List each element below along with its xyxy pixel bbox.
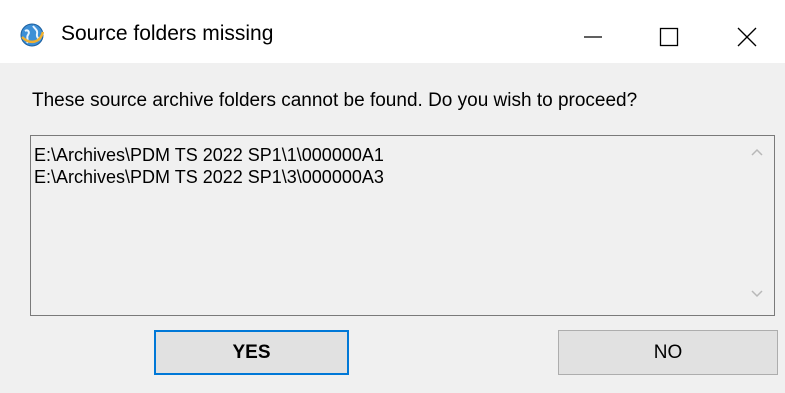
dialog-window: Source folders missing These source arch… <box>0 10 785 393</box>
globe-icon <box>20 23 45 47</box>
chevron-down-icon[interactable] <box>751 290 763 298</box>
title-bar: Source folders missing <box>0 10 785 63</box>
list-item[interactable]: E:\Archives\PDM TS 2022 SP1\1\000000A1 <box>34 144 384 166</box>
no-button[interactable]: NO <box>558 330 778 375</box>
list-item[interactable]: E:\Archives\PDM TS 2022 SP1\3\000000A3 <box>34 166 384 188</box>
yes-button[interactable]: YES <box>154 330 349 375</box>
maximize-button[interactable] <box>631 10 707 63</box>
minimize-icon <box>584 36 602 38</box>
dialog-message: These source archive folders cannot be f… <box>32 90 638 111</box>
minimize-button[interactable] <box>555 10 631 63</box>
dialog-title: Source folders missing <box>61 22 274 45</box>
vertical-scrollbar[interactable] <box>740 136 774 315</box>
close-icon <box>737 27 757 47</box>
close-button[interactable] <box>709 10 785 63</box>
folder-list[interactable]: E:\Archives\PDM TS 2022 SP1\1\000000A1 E… <box>30 135 775 316</box>
maximize-icon <box>659 27 679 47</box>
cropped-top-edge <box>0 0 785 10</box>
chevron-up-icon[interactable] <box>751 148 763 156</box>
